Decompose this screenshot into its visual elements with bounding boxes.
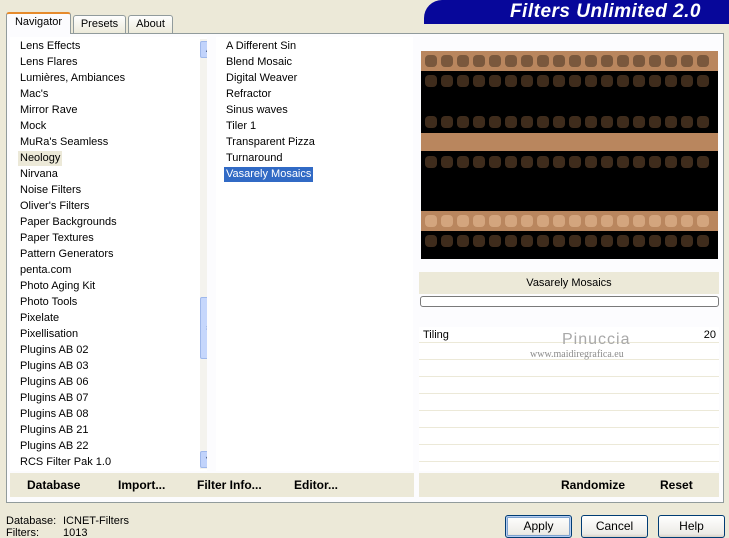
status-filters-label: Filters: xyxy=(6,527,39,538)
category-item[interactable]: Plugins AB 06 xyxy=(18,375,91,390)
editor-button[interactable]: Editor... xyxy=(294,478,338,492)
filter-info-button[interactable]: Filter Info... xyxy=(197,478,262,492)
category-item[interactable]: Plugins AB 03 xyxy=(18,359,91,374)
parameter-row-empty xyxy=(419,395,719,411)
category-item[interactable]: Pixellisation xyxy=(18,327,80,342)
scroll-down-icon[interactable]: ▼ xyxy=(200,451,207,468)
category-item[interactable]: Mirror Rave xyxy=(18,103,79,118)
app-title-banner: Filters Unlimited 2.0 xyxy=(424,0,729,24)
database-button[interactable]: Database xyxy=(27,478,80,492)
parameter-row-empty xyxy=(419,378,719,394)
import-button[interactable]: Import... xyxy=(118,478,165,492)
filter-item[interactable]: Refractor xyxy=(224,87,273,102)
status-filters-value: 1013 xyxy=(63,527,88,538)
category-item[interactable]: Plugins AB 22 xyxy=(18,439,91,454)
reset-button[interactable]: Reset xyxy=(660,478,693,492)
category-item[interactable]: Photo Tools xyxy=(18,295,79,310)
category-item[interactable]: Plugins AB 08 xyxy=(18,407,91,422)
parameter-row-empty xyxy=(419,446,719,462)
preview-band xyxy=(421,111,718,133)
filter-item[interactable]: Tiler 1 xyxy=(224,119,258,134)
category-item[interactable]: Pattern Generators xyxy=(18,247,116,262)
parameter-row-empty xyxy=(419,429,719,445)
filter-item[interactable]: A Different Sin xyxy=(224,39,298,54)
preview-band xyxy=(421,151,718,173)
category-item[interactable]: Lens Flares xyxy=(18,55,79,70)
filter-item[interactable]: Digital Weaver xyxy=(224,71,299,86)
filter-item[interactable]: Blend Mosaic xyxy=(224,55,294,70)
tab-navigator[interactable]: Navigator xyxy=(6,12,71,34)
category-item[interactable]: Paper Textures xyxy=(18,231,96,246)
category-list[interactable]: ▲ ≡ ▼ Lens EffectsLens FlaresLumières, A… xyxy=(10,37,207,471)
category-item[interactable]: Paper Backgrounds xyxy=(18,215,119,230)
filter-preview xyxy=(421,51,718,259)
parameter-name: Tiling xyxy=(423,329,449,341)
category-item[interactable]: Lumières, Ambiances xyxy=(18,71,127,86)
watermark-name: Pinuccia xyxy=(562,331,631,348)
status-database: Database: ICNET-Filters xyxy=(6,515,129,527)
apply-button[interactable]: Apply xyxy=(505,515,572,538)
status-database-value: ICNET-Filters xyxy=(63,515,129,527)
category-item[interactable]: Pixelate xyxy=(18,311,61,326)
category-item[interactable]: Oliver's Filters xyxy=(18,199,91,214)
category-item[interactable]: RCS Filter Pak 1.0 xyxy=(18,455,113,470)
category-item[interactable]: Neology xyxy=(18,151,63,166)
preview-band xyxy=(421,133,718,151)
filter-item[interactable]: Transparent Pizza xyxy=(224,135,317,150)
status-database-label: Database: xyxy=(6,515,57,527)
category-item[interactable]: Mock xyxy=(18,119,48,134)
category-item[interactable]: Photo Aging Kit xyxy=(18,279,97,294)
category-item[interactable]: Noise Filters xyxy=(18,183,83,198)
category-item[interactable]: Nirvana xyxy=(18,167,60,182)
status-filters: Filters: 1013 xyxy=(6,527,87,538)
parameter-row-empty xyxy=(419,361,719,377)
filter-item[interactable]: Vasarely Mosaics xyxy=(224,167,314,182)
preview-action-bar: Randomize Reset xyxy=(419,473,719,497)
tab-presets[interactable]: Presets xyxy=(73,15,126,34)
scroll-up-icon[interactable]: ▲ xyxy=(200,41,207,58)
scroll-thumb[interactable]: ≡ xyxy=(200,297,207,359)
filter-name-label: Vasarely Mosaics xyxy=(419,272,719,294)
preview-band xyxy=(421,51,718,71)
preview-band xyxy=(421,211,718,231)
preview-band xyxy=(421,231,718,251)
help-button[interactable]: Help xyxy=(658,515,725,538)
category-item[interactable]: Mac's xyxy=(18,87,50,102)
watermark-url: www.maidiregrafica.eu xyxy=(530,349,624,360)
category-scrollbar[interactable]: ▲ ≡ ▼ xyxy=(200,39,207,469)
parameter-value: 20 xyxy=(703,329,716,341)
category-item[interactable]: Lens Effects xyxy=(18,39,82,54)
parameter-row-empty xyxy=(419,412,719,428)
category-item[interactable]: penta.com xyxy=(18,263,73,278)
filter-item[interactable]: Sinus waves xyxy=(224,103,290,118)
category-item[interactable]: Plugins AB 07 xyxy=(18,391,91,406)
navigator-action-bar: Database Import... Filter Info... Editor… xyxy=(10,473,414,497)
filter-item[interactable]: Turnaround xyxy=(224,151,284,166)
filter-list[interactable]: A Different Sin Blend Mosaic Digital Weave… xyxy=(216,37,413,471)
cancel-button[interactable]: Cancel xyxy=(581,515,648,538)
category-item[interactable]: MuRa's Seamless xyxy=(18,135,110,150)
category-item[interactable]: Plugins AB 02 xyxy=(18,343,91,358)
preview-band xyxy=(421,71,718,91)
tab-about[interactable]: About xyxy=(128,15,173,34)
progress-bar xyxy=(420,296,719,307)
category-item[interactable]: Plugins AB 21 xyxy=(18,423,91,438)
randomize-button[interactable]: Randomize xyxy=(561,478,625,492)
